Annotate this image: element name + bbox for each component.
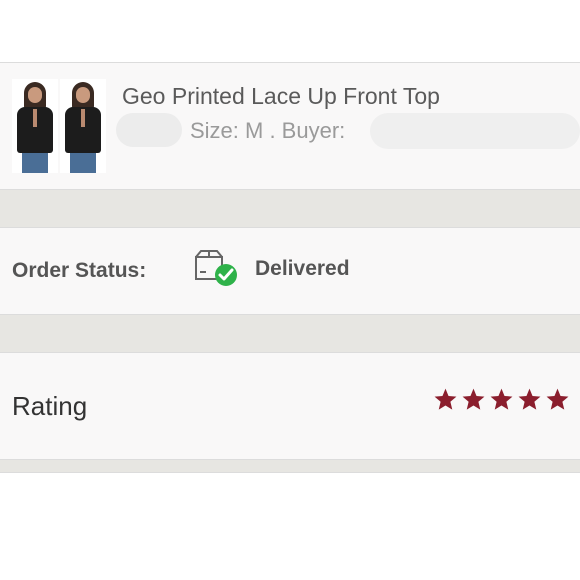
- redacted-buyer-name: [370, 113, 580, 149]
- package-delivered-icon: [195, 250, 237, 286]
- redacted-blur: [116, 113, 182, 147]
- product-card[interactable]: Geo Printed Lace Up Front Top Size: M . …: [0, 63, 580, 189]
- order-status-value: Delivered: [255, 257, 350, 280]
- rating-label: Rating: [12, 391, 88, 421]
- rating-stars: [433, 387, 570, 412]
- star-icon: [434, 388, 457, 410]
- order-status-row: Order Status: Delivered: [0, 228, 580, 314]
- section-gap: [0, 460, 580, 472]
- product-photo-1[interactable]: [12, 79, 58, 173]
- product-photo-2[interactable]: [60, 79, 106, 173]
- star-icon: [462, 388, 485, 410]
- star-icon: [490, 388, 513, 410]
- size-buyer-text: Size: M . Buyer:: [190, 118, 346, 143]
- star-icon: [546, 388, 569, 410]
- product-thumbnails[interactable]: [12, 79, 106, 173]
- section-gap: [0, 315, 580, 353]
- star-icon: [518, 388, 541, 410]
- section-gap: [0, 190, 580, 228]
- rating-row: Rating: [0, 353, 580, 459]
- top-blank-area: [0, 0, 580, 62]
- divider: [0, 472, 580, 473]
- product-title[interactable]: Geo Printed Lace Up Front Top: [122, 83, 440, 110]
- order-status-label: Order Status:: [12, 259, 147, 282]
